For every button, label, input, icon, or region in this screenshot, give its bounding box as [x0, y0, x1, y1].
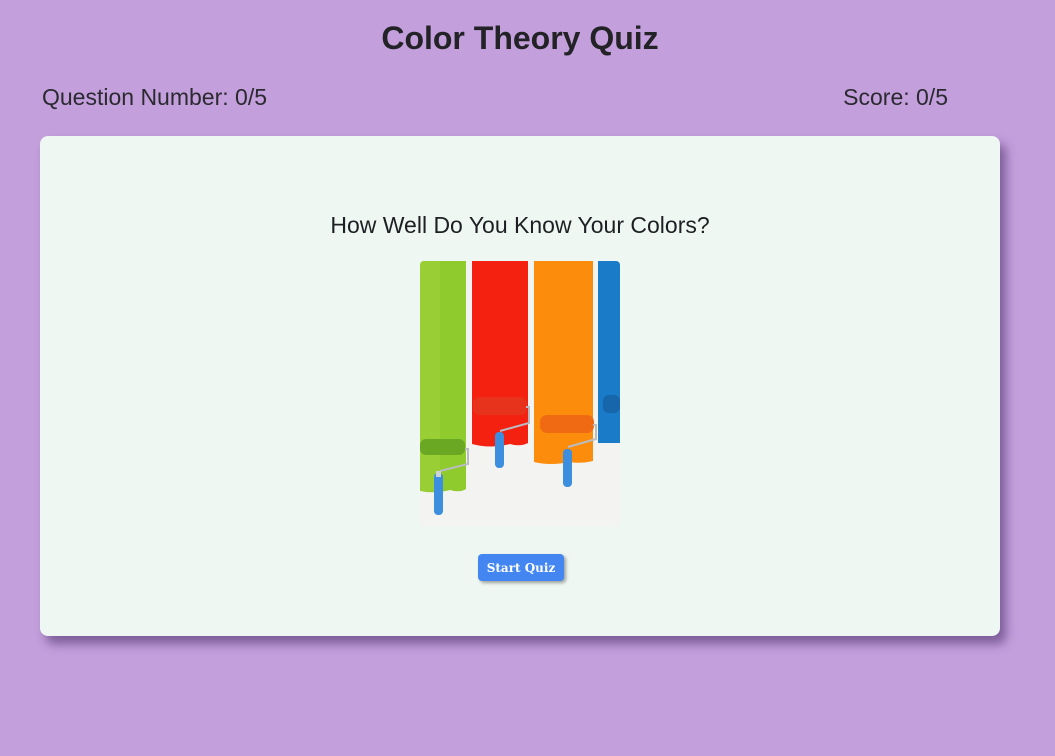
question-number-label: Question Number: 0/5 — [42, 84, 268, 110]
quiz-card: How Well Do You Know Your Colors? Start … — [40, 136, 1000, 636]
score-label: Score: 0/5 — [843, 84, 948, 110]
start-quiz-button[interactable]: Start Quiz — [478, 554, 564, 581]
page-title: Color Theory Quiz — [381, 20, 659, 56]
question-text: How Well Do You Know Your Colors? — [330, 212, 710, 238]
paint-rollers-image — [420, 261, 620, 527]
quiz-stats: Question Number: 0/5 Score: 0/5 — [42, 84, 948, 111]
